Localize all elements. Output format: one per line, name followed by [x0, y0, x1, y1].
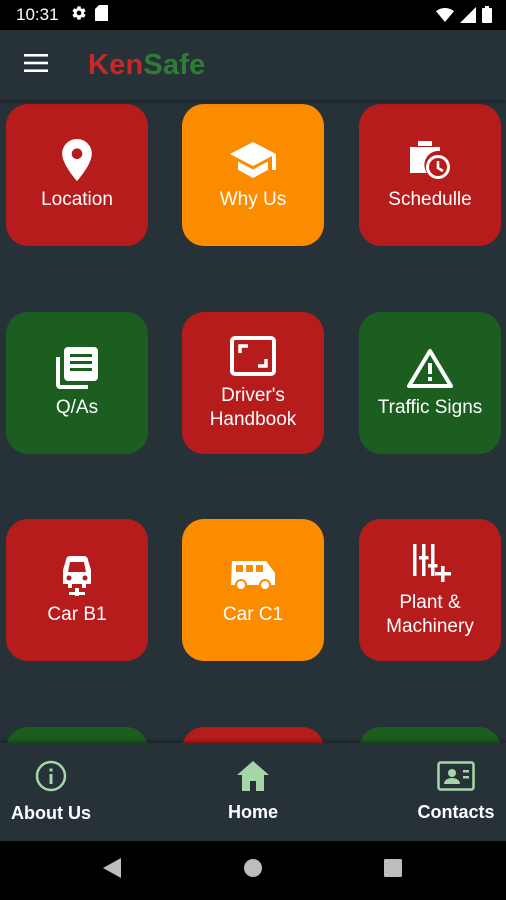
aspect-ratio-icon: [230, 334, 276, 378]
info-icon: [35, 760, 67, 797]
status-time: 10:31: [16, 5, 59, 24]
tile-plant-machinery[interactable]: Plant & Machinery: [359, 519, 501, 661]
nav-contacts[interactable]: Contacts: [406, 743, 506, 841]
status-bar: 10:31: [0, 0, 506, 30]
tile-label: Schedulle: [388, 189, 472, 210]
app-bar: KenSafe: [0, 30, 506, 100]
tile-row4-3[interactable]: [359, 727, 501, 743]
warning-triangle-icon: [407, 346, 453, 390]
nav-label: About Us: [11, 803, 91, 823]
nav-label: Contacts: [417, 802, 495, 822]
menu-button[interactable]: [16, 45, 56, 85]
tile-label: Plant & Machinery: [386, 592, 474, 637]
machinery-sliders-icon: [409, 541, 451, 585]
menu-grid: Location Why Us Schedulle Q/As Driver's …: [0, 100, 506, 743]
tile-label: Why Us: [219, 189, 287, 210]
nav-home[interactable]: Home: [203, 743, 303, 841]
tile-row4-2[interactable]: [182, 727, 324, 743]
tile-label: Driver's Handbook: [209, 385, 297, 430]
tile-label: Car C1: [222, 604, 284, 625]
tile-car-c1[interactable]: Car C1: [182, 519, 324, 661]
van-icon: [229, 553, 277, 597]
car-icon: [60, 553, 94, 597]
home-circle-icon: [243, 858, 263, 883]
battery-icon: [482, 6, 492, 28]
back-triangle-icon: [103, 858, 121, 883]
location-pin-icon: [62, 138, 92, 182]
tile-label: Traffic Signs: [377, 397, 483, 418]
library-books-icon: [56, 346, 98, 390]
bottom-navigation: About Us Home Contacts: [0, 743, 506, 841]
brand-logo: KenSafe: [88, 49, 205, 82]
wifi-icon: [436, 7, 454, 27]
tile-qas[interactable]: Q/As: [6, 312, 148, 454]
system-back-button[interactable]: [82, 841, 142, 900]
tile-row4-1[interactable]: [6, 727, 148, 743]
contact-card-icon: [437, 761, 475, 796]
tile-car-b1[interactable]: Car B1: [6, 519, 148, 661]
recents-square-icon: [384, 859, 402, 882]
settings-gear-icon: [71, 5, 87, 26]
tile-label: Q/As: [55, 397, 99, 418]
nav-label: Home: [227, 802, 278, 822]
hamburger-menu-icon: [24, 53, 48, 77]
tile-label: Car B1: [47, 604, 107, 625]
nav-about-us[interactable]: About Us: [0, 743, 102, 841]
home-icon: [237, 761, 269, 796]
tile-why-us[interactable]: Why Us: [182, 104, 324, 246]
signal-icon: [460, 6, 476, 28]
tile-location[interactable]: Location: [6, 104, 148, 246]
brand-name-part1: Ken: [88, 48, 144, 81]
system-home-button[interactable]: [223, 841, 283, 900]
tile-schedule[interactable]: Schedulle: [359, 104, 501, 246]
tile-traffic-signs[interactable]: Traffic Signs: [359, 312, 501, 454]
tile-drivers-handbook[interactable]: Driver's Handbook: [182, 312, 324, 454]
tile-label: Location: [41, 189, 113, 210]
graduation-cap-icon: [230, 138, 276, 182]
sd-card-icon: [94, 4, 108, 26]
schedule-clock-icon: [408, 138, 452, 182]
system-navigation-bar: [0, 841, 506, 900]
system-recents-button[interactable]: [363, 841, 423, 900]
brand-name-part2: Safe: [143, 48, 206, 81]
